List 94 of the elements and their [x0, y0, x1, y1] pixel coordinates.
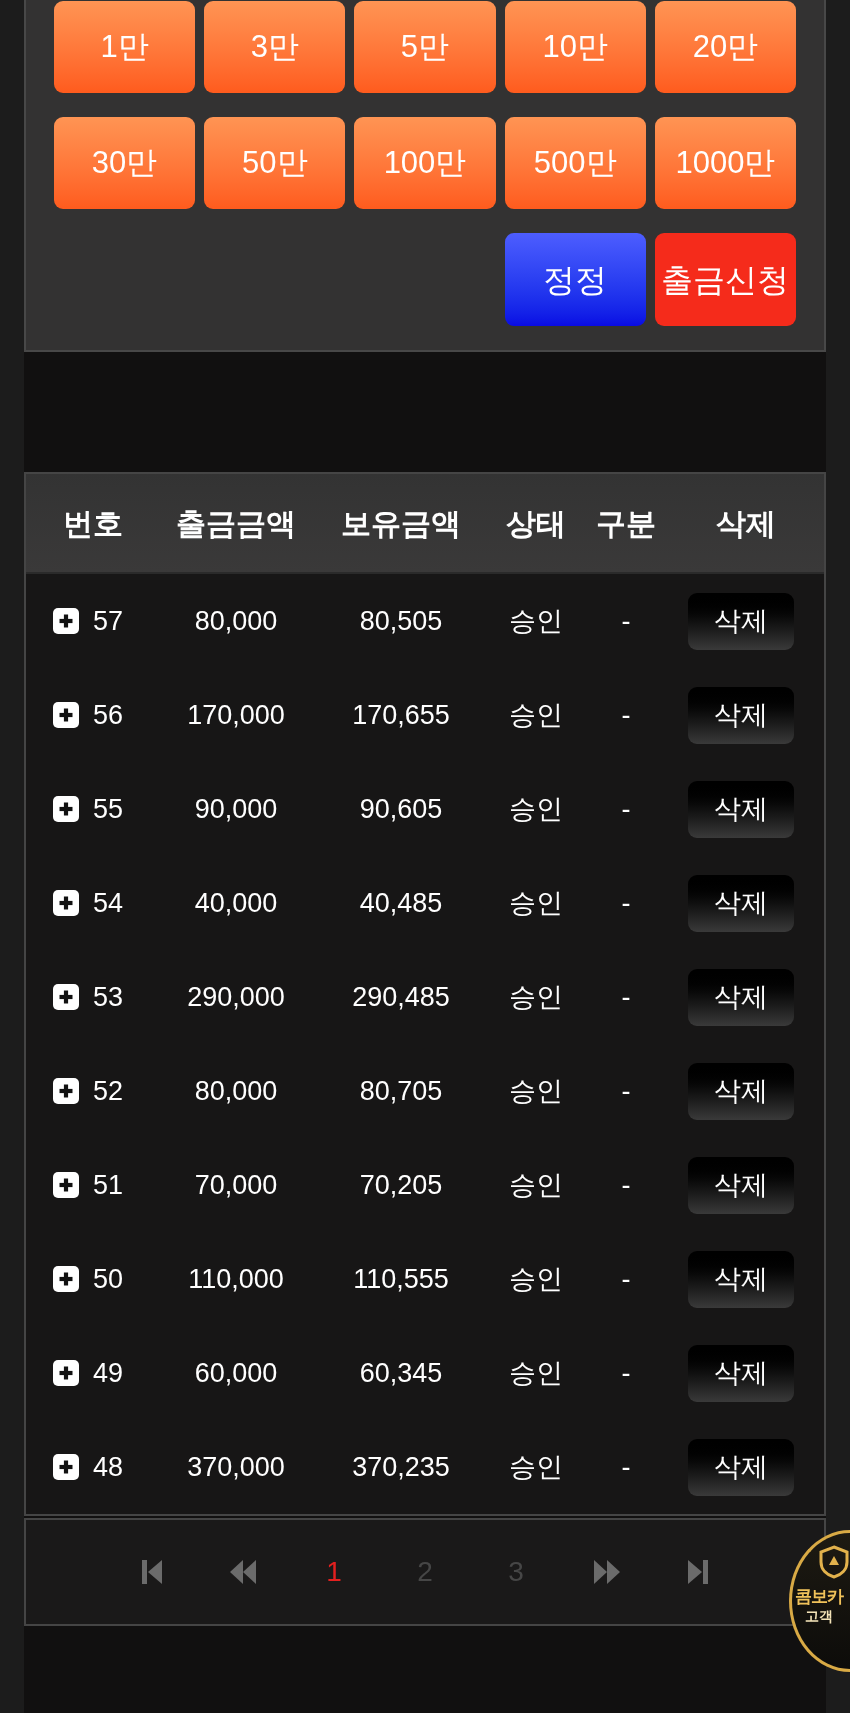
delete-button[interactable]: 삭제 [688, 1250, 794, 1308]
table-cell-text: 80,505 [359, 604, 443, 638]
table-cell-text: 90,000 [194, 792, 278, 826]
table-cell-text: 승인 [509, 698, 563, 732]
delete-button[interactable]: 삭제 [688, 686, 794, 744]
table-cell-text: 290,485 [352, 980, 450, 1014]
table-cell-text: 54 [93, 886, 124, 920]
table-cell-text: 승인 [509, 886, 563, 920]
amount-button[interactable]: 10만 [504, 1, 646, 93]
table-cell-text: 승인 [509, 1262, 563, 1296]
amount-button[interactable]: 500만 [504, 117, 646, 209]
table-cell-text: 승인 [509, 1356, 563, 1390]
table-cell-text: 80,000 [194, 1074, 278, 1108]
delete-button[interactable]: 삭제 [688, 1344, 794, 1402]
delete-button[interactable]: 삭제 [688, 592, 794, 650]
table-cell-text: 70,000 [194, 1168, 278, 1202]
column-header: 삭제 [716, 505, 776, 542]
skip-to-end-icon[interactable] [688, 1560, 708, 1584]
plus-icon[interactable] [53, 1172, 79, 1198]
amount-button[interactable]: 1000만 [654, 117, 796, 209]
amount-button[interactable]: 100만 [354, 117, 496, 209]
delete-button[interactable]: 삭제 [688, 1156, 794, 1214]
delete-button[interactable]: 삭제 [688, 968, 794, 1026]
table-cell-text: 승인 [509, 604, 563, 638]
table-cell-text: 55 [93, 792, 124, 826]
table-cell-text: 110,555 [353, 1262, 449, 1296]
column-header: 보유금액 [341, 505, 461, 542]
table-cell-text: - [621, 980, 631, 1014]
table-cell-text: 90,605 [359, 792, 443, 826]
table-cell-text: 승인 [509, 1168, 563, 1202]
table-cell-text: 50 [93, 1262, 124, 1296]
table-cell-text: 승인 [509, 980, 563, 1014]
table-cell-text: 51 [93, 1168, 124, 1202]
correction-button[interactable]: 정정 [504, 233, 646, 326]
table-cell-text: 48 [93, 1450, 124, 1484]
page-link[interactable]: 1 [302, 1551, 366, 1593]
shield-icon [819, 1545, 849, 1579]
table-cell-text: 53 [93, 980, 124, 1014]
table-cell-text: 49 [93, 1356, 124, 1390]
table-cell-text: - [621, 1168, 631, 1202]
table-cell-text: 370,000 [187, 1450, 285, 1484]
table-cell-text: - [621, 698, 631, 732]
table-cell-text: - [621, 1262, 631, 1296]
table-cell-text: - [621, 886, 631, 920]
plus-icon[interactable] [53, 984, 79, 1010]
column-header: 번호 [62, 505, 123, 542]
table-cell-text: 60,345 [359, 1356, 443, 1390]
plus-icon[interactable] [53, 1078, 79, 1104]
amount-button[interactable]: 50만 [204, 117, 346, 209]
table-cell-text: 70,205 [359, 1168, 443, 1202]
column-header: 출금금액 [176, 505, 296, 542]
table-cell-text: 56 [93, 698, 124, 732]
delete-button[interactable]: 삭제 [688, 1062, 794, 1120]
table-cell-text: 290,000 [187, 980, 285, 1014]
delete-button[interactable]: 삭제 [688, 1438, 794, 1496]
plus-icon[interactable] [53, 1266, 79, 1292]
amount-button[interactable]: 5만 [354, 1, 496, 93]
table-cell-text: 40,485 [359, 886, 443, 920]
table-cell-text: 370,235 [352, 1450, 450, 1484]
table-cell-text: - [621, 1074, 631, 1108]
plus-icon[interactable] [53, 890, 79, 916]
table-cell-text: - [621, 604, 631, 638]
amount-button[interactable]: 20만 [654, 1, 796, 93]
table-cell-text: 52 [93, 1074, 124, 1108]
plus-icon[interactable] [53, 608, 79, 634]
table-cell-text: 80,705 [359, 1074, 443, 1108]
plus-icon[interactable] [53, 1360, 79, 1386]
table-cell-text: 60,000 [194, 1356, 278, 1390]
column-header: 상태 [506, 505, 566, 542]
table-cell-text: 57 [93, 604, 124, 638]
amount-button[interactable]: 30만 [54, 117, 196, 209]
withdrawal-request-button[interactable]: 출금신청 [654, 233, 796, 326]
column-header: 구분 [596, 505, 656, 542]
skip-to-start-icon[interactable] [142, 1560, 162, 1584]
amount-button[interactable]: 1만 [54, 1, 196, 93]
delete-button[interactable]: 삭제 [688, 780, 794, 838]
table-cell-text: 170,000 [187, 698, 285, 732]
table-cell-text: 승인 [509, 1450, 563, 1484]
table-cell-text: 승인 [509, 1074, 563, 1108]
plus-icon[interactable] [53, 796, 79, 822]
table-cell-text: 40,000 [194, 886, 278, 920]
table-cell-text: - [621, 1450, 631, 1484]
table-cell-text: 110,000 [188, 1262, 284, 1296]
table-cell-text: - [621, 792, 631, 826]
table-cell-text: 170,655 [352, 698, 450, 732]
plus-icon[interactable] [53, 702, 79, 728]
fast-forward-icon[interactable] [594, 1560, 620, 1584]
table-cell-text: 80,000 [194, 604, 278, 638]
plus-icon[interactable] [53, 1454, 79, 1480]
amount-button[interactable]: 3만 [204, 1, 346, 93]
table-cell-text: - [621, 1356, 631, 1390]
rewind-icon[interactable] [230, 1560, 256, 1584]
delete-button[interactable]: 삭제 [688, 874, 794, 932]
table-cell-text: 승인 [509, 792, 563, 826]
